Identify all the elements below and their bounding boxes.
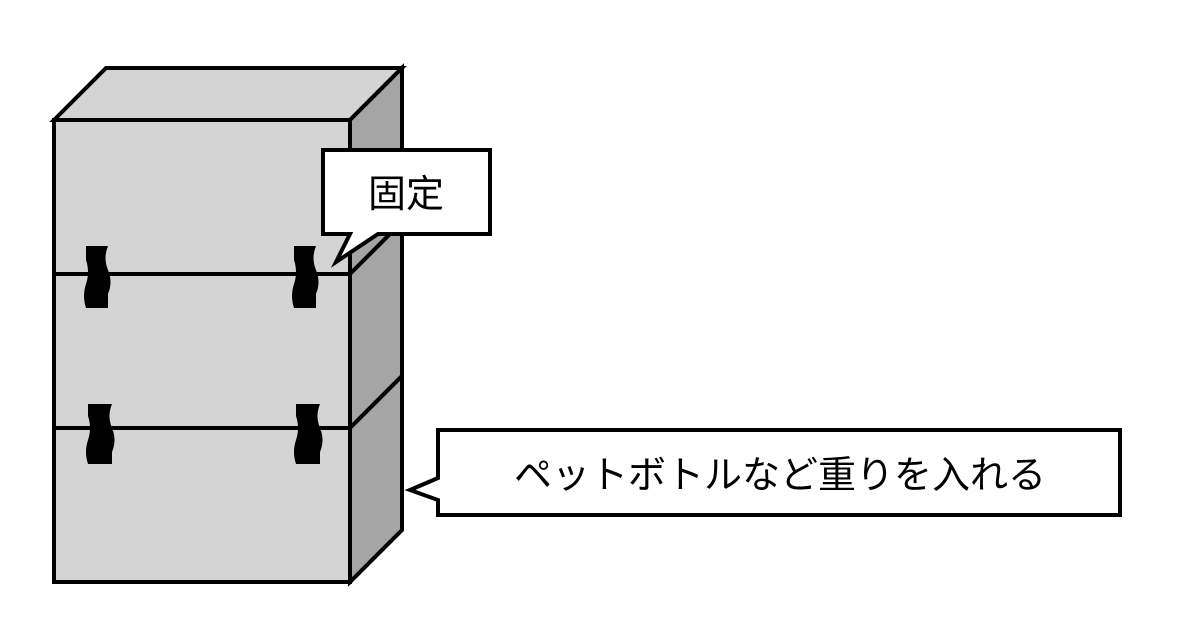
fixing-callout-text: 固定 — [368, 172, 444, 216]
fixing-callout: 固定 — [321, 148, 492, 268]
weight-callout-text: ペットボトルなど重りを入れる — [514, 453, 1046, 497]
weight-callout: ペットボトルなど重りを入れる — [404, 428, 1122, 517]
stacked-boxes-diagram: 固定 ペットボトルなど重りを入れる — [49, 63, 1122, 587]
top-box-lid — [49, 66, 407, 122]
